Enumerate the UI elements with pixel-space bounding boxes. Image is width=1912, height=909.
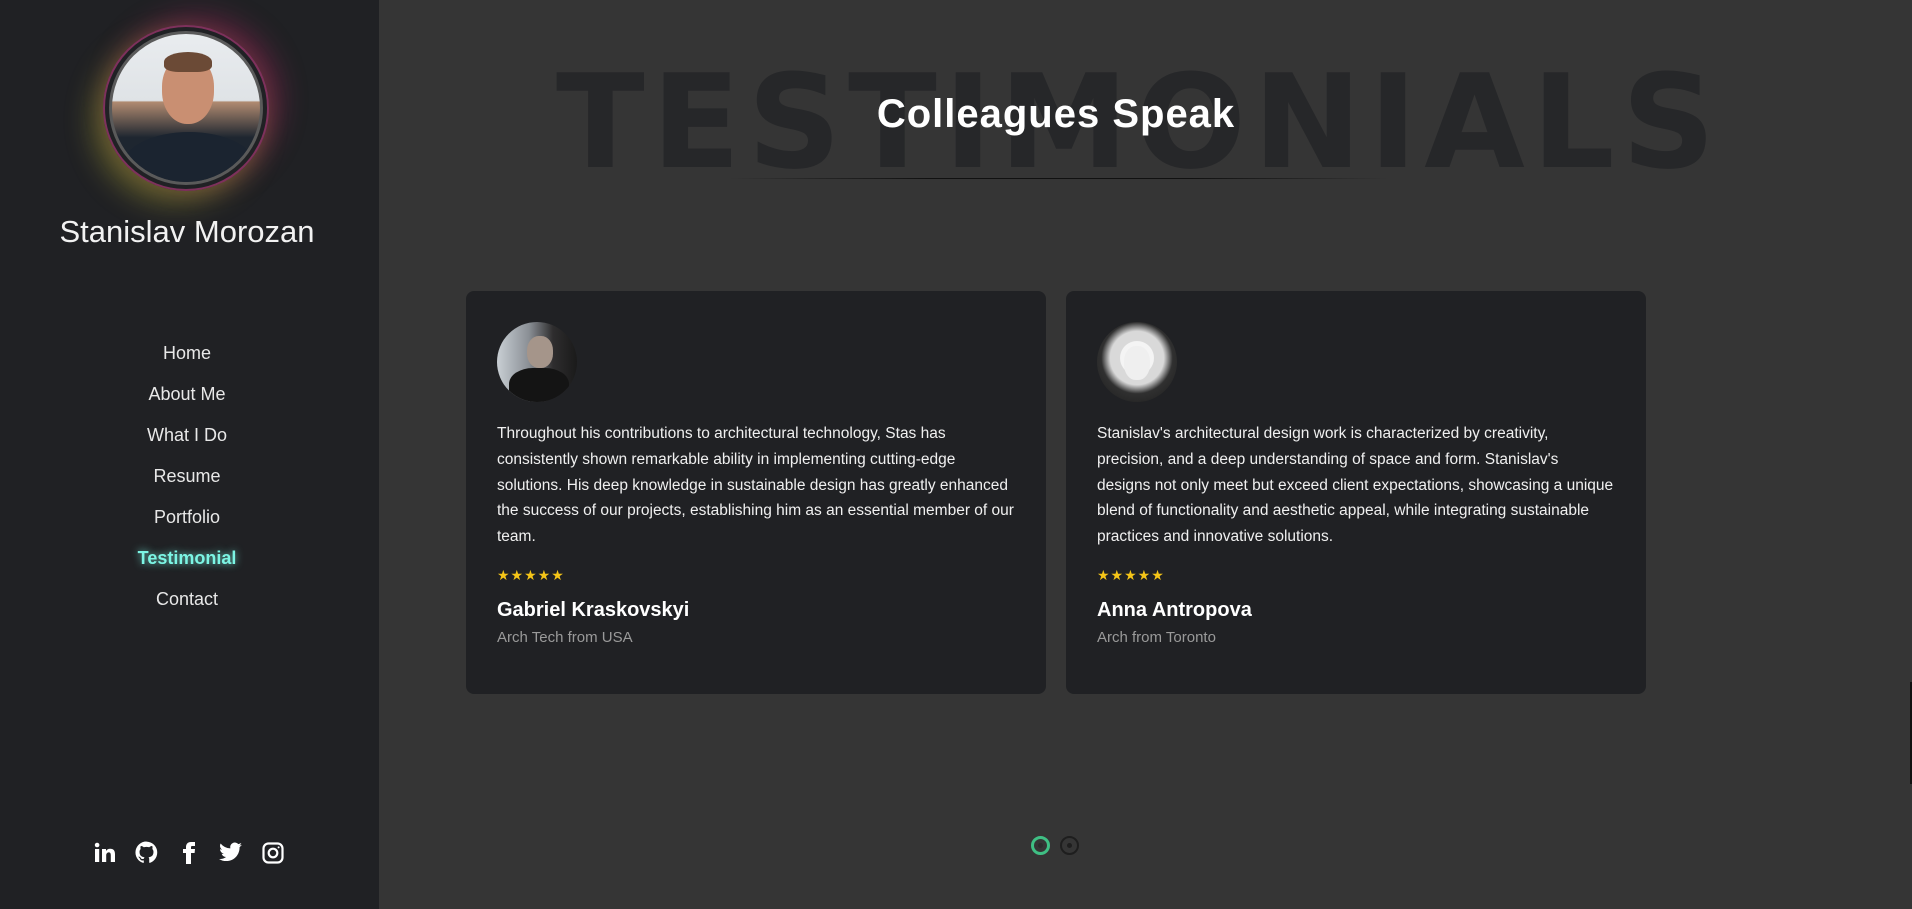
testimonial-quote: Stanislav's architectural design work is…: [1097, 425, 1614, 546]
section-title: Colleagues Speak: [876, 92, 1236, 136]
github-icon[interactable]: [132, 838, 161, 867]
twitter-icon[interactable]: [216, 838, 245, 867]
linkedin-icon[interactable]: [90, 838, 119, 867]
sidebar: Stanislav Morozan Home About Me What I D…: [0, 0, 379, 909]
main-nav: Home About Me What I Do Resume Portfolio…: [0, 340, 374, 627]
facebook-icon[interactable]: [174, 838, 203, 867]
testimonial-card: Stanislav's architectural design work is…: [1066, 291, 1646, 694]
reviewer-role: Arch Tech from USA: [497, 628, 633, 646]
star-rating: ★★★★★: [1097, 566, 1165, 583]
carousel-dot-1[interactable]: [1031, 836, 1050, 855]
instagram-icon[interactable]: [258, 838, 287, 867]
reviewer-role: Arch from Toronto: [1097, 628, 1216, 646]
testimonial-card: Throughout his contributions to architec…: [466, 291, 1046, 694]
reviewer-name: Anna Antropova: [1097, 598, 1252, 621]
nav-item-about[interactable]: About Me: [0, 381, 374, 422]
reviewer-photo: [497, 322, 577, 402]
nav-item-what-i-do[interactable]: What I Do: [0, 422, 374, 463]
carousel-pagination: [1031, 836, 1079, 855]
profile-name: Stanislav Morozan: [59, 214, 315, 249]
carousel-dot-2[interactable]: [1060, 836, 1079, 855]
social-links: [90, 838, 287, 867]
nav-item-resume[interactable]: Resume: [0, 463, 374, 504]
profile-photo: [109, 31, 263, 185]
title-divider: [729, 178, 1389, 179]
star-rating: ★★★★★: [497, 566, 565, 583]
nav-item-testimonial[interactable]: Testimonial: [0, 545, 374, 586]
nav-item-contact[interactable]: Contact: [0, 586, 374, 627]
testimonial-quote: Throughout his contributions to architec…: [497, 425, 1014, 546]
reviewer-name: Gabriel Kraskovskyi: [497, 598, 690, 621]
nav-item-portfolio[interactable]: Portfolio: [0, 504, 374, 545]
reviewer-photo: [1097, 322, 1177, 402]
testimonial-section: TESTIMONIALS Colleagues Speak Throughout…: [379, 0, 1912, 909]
nav-item-home[interactable]: Home: [0, 340, 374, 381]
profile-avatar: [103, 25, 269, 191]
